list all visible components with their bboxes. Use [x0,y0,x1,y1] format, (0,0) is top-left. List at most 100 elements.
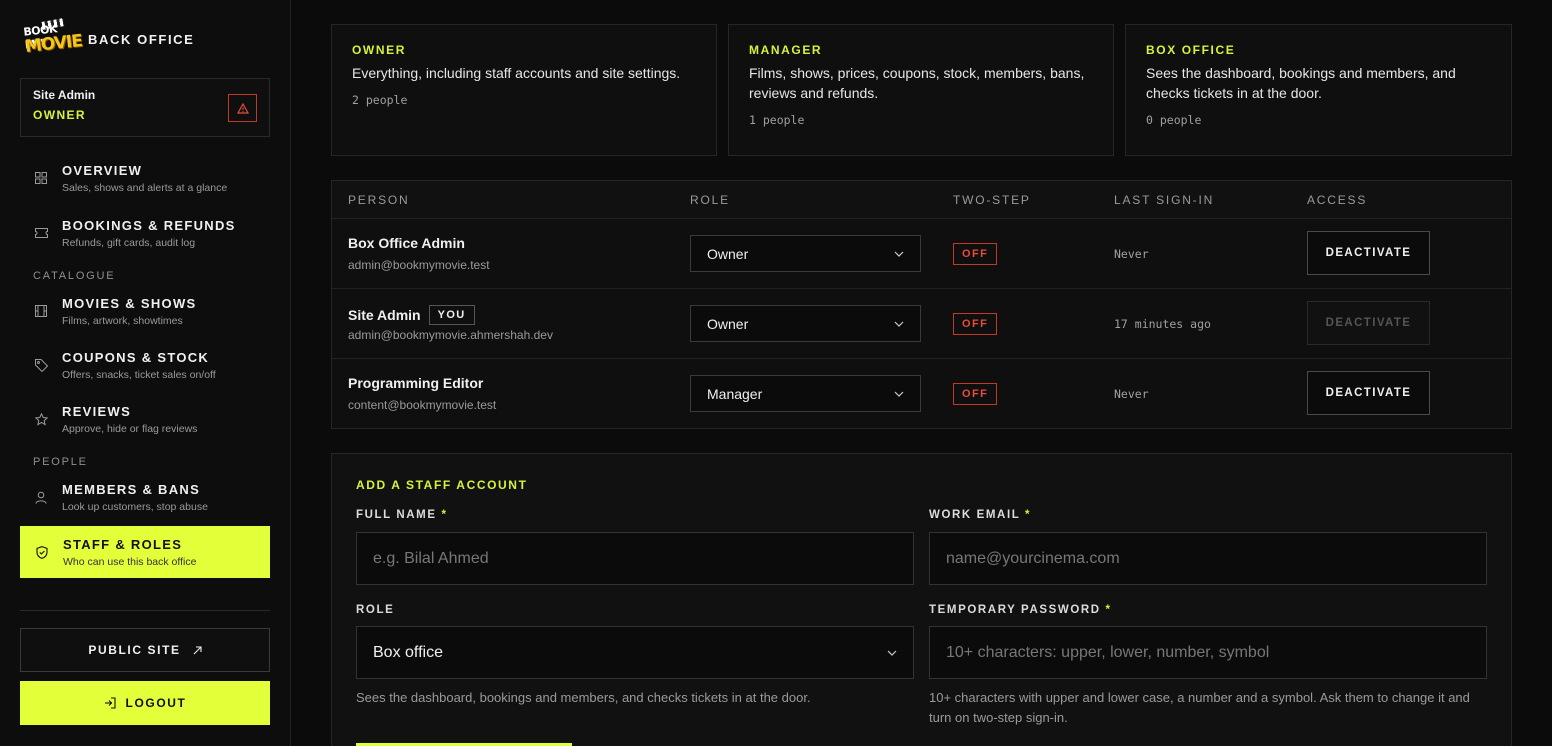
star-icon [32,410,50,428]
alert-button[interactable] [228,94,257,122]
sidebar-item-sub: Who can use this back office [63,556,197,568]
brand-title: BACK OFFICE [88,31,195,47]
sidebar-item-overview[interactable]: OVERVIEW Sales, shows and alerts at a gl… [20,153,270,207]
sidebar-item-movies[interactable]: MOVIES & SHOWS Films, artwork, showtimes [20,286,270,340]
person-name: Box Office Admin [348,235,465,251]
shield-icon [33,543,51,561]
role-select[interactable]: Owner [690,305,921,342]
sidebar-item-coupons[interactable]: COUPONS & STOCK Offers, snacks, ticket s… [20,340,270,394]
required-mark: * [1024,509,1032,521]
temp-password-input[interactable]: 10+ characters: upper, lower, number, sy… [929,626,1487,679]
role-select-value: Box office [373,643,443,661]
sidebar-item-bookings[interactable]: BOOKINGS & REFUNDS Refunds, gift cards, … [20,208,270,262]
brand: BOOK MY MOVIE BACK OFFICE [20,0,270,78]
user-name: Site Admin [33,88,96,102]
table-row: Site Admin YOU admin@bookmymovie.ahmersh… [332,289,1511,359]
public-site-button[interactable]: PUBLIC SITE [20,628,270,672]
work-email-label-text: WORK EMAIL [929,509,1021,521]
sidebar-item-staff[interactable]: STAFF & ROLES Who can use this back offi… [20,526,270,578]
person-name: Site Admin YOU [348,305,475,325]
role-select[interactable]: Manager [690,375,921,412]
sidebar-item-sub: Refunds, gift cards, audit log [62,237,196,249]
role-label: ROLE [356,604,395,616]
work-email-label: WORK EMAIL * [929,509,1031,521]
film-icon [32,302,50,320]
form-title: ADD A STAFF ACCOUNT [356,478,528,492]
section-label-catalogue: CATALOGUE [33,270,116,282]
two-step-status-badge: OFF [953,313,998,335]
section-label-people: PEOPLE [33,456,88,468]
app-root: BOOK MY MOVIE BACK OFFICE Site Admin OWN… [0,0,1552,746]
deactivate-button[interactable]: DEACTIVATE [1307,231,1430,275]
table-header: PERSON ROLE TWO-STEP LAST SIGN-IN ACCESS [332,181,1511,219]
two-step-status-badge: OFF [953,383,998,405]
main-content: OWNER Everything, including staff accoun… [291,0,1552,746]
role-select-value: Owner [707,245,749,262]
full-name-input[interactable]: e.g. Bilal Ahmed [356,532,914,585]
temp-password-label: TEMPORARY PASSWORD * [929,604,1112,616]
logout-button[interactable]: LOGOUT [20,681,270,725]
sidebar-item-label: OVERVIEW [62,163,143,178]
role-select-value: Manager [707,385,763,402]
user-icon [32,488,50,506]
sidebar-item-members[interactable]: MEMBERS & BANS Look up customers, stop a… [20,472,270,526]
person-name-text: Programming Editor [348,375,484,391]
role-card-manager: MANAGER Films, shows, prices, coupons, s… [728,24,1114,156]
public-site-label: PUBLIC SITE [88,643,181,657]
table-row: Programming Editor content@bookmymovie.t… [332,359,1511,429]
sidebar-item-label: STAFF & ROLES [63,537,183,552]
work-email-placeholder: name@yourcinema.com [946,549,1120,567]
password-help-text: 10+ characters with upper and lower case… [929,690,1470,725]
chevron-down-icon [894,251,904,257]
last-sign-in: Never [1114,247,1149,261]
full-name-label-text: FULL NAME [356,509,437,521]
sidebar-item-sub: Films, artwork, showtimes [62,315,183,327]
work-email-input[interactable]: name@yourcinema.com [929,532,1487,585]
role-select-value: Owner [707,315,749,332]
full-name-placeholder: e.g. Bilal Ahmed [373,549,489,567]
chevron-down-icon [894,391,904,397]
add-staff-form: ADD A STAFF ACCOUNT FULL NAME * e.g. Bil… [331,453,1512,746]
chevron-down-icon [894,321,904,327]
table-row: Box Office Admin admin@bookmymovie.test … [332,219,1511,289]
sidebar-item-sub: Offers, snacks, ticket sales on/off [62,369,216,381]
role-select[interactable]: Owner [690,235,921,272]
column-header-role: ROLE [690,193,730,207]
sidebar-item-sub: Approve, hide or flag reviews [62,423,198,435]
sidebar-item-label: MEMBERS & BANS [62,482,201,497]
role-select-input[interactable]: Box office [356,626,914,679]
sidebar-divider [20,610,270,611]
deactivate-button[interactable]: DEACTIVATE [1307,371,1430,415]
role-card-count: 2 people [352,93,408,107]
logout-label: LOGOUT [125,696,187,710]
required-mark: * [1105,604,1112,616]
column-header-access: ACCESS [1307,193,1368,207]
role-card-title: OWNER [352,43,406,57]
person-email: content@bookmymovie.test [348,398,497,412]
role-card-desc: Films, shows, prices, coupons, stock, me… [749,65,1085,101]
person-email: admin@bookmymovie.test [348,258,490,272]
sidebar-item-reviews[interactable]: REVIEWS Approve, hide or flag reviews [20,394,270,448]
column-header-two-step: TWO-STEP [953,193,1031,207]
tag-icon [32,356,50,374]
required-mark: * [441,509,448,521]
staff-table: PERSON ROLE TWO-STEP LAST SIGN-IN ACCESS… [331,180,1512,429]
logout-icon [104,697,116,709]
person-name-text: Site Admin [348,307,421,323]
user-card: Site Admin OWNER [20,78,270,137]
person-name-text: Box Office Admin [348,235,465,251]
column-header-last-sign-in: LAST SIGN-IN [1114,193,1215,207]
sidebar-item-label: COUPONS & STOCK [62,350,210,365]
you-badge: YOU [428,305,475,325]
role-help-text: Sees the dashboard, bookings and members… [356,690,811,705]
brand-logo[interactable]: BOOK MY MOVIE [22,18,83,58]
role-card-box-office: BOX OFFICE Sees the dashboard, bookings … [1125,24,1512,156]
last-sign-in: Never [1114,387,1149,401]
two-step-status-badge: OFF [953,243,998,265]
sidebar-item-label: BOOKINGS & REFUNDS [62,218,236,233]
person-name: Programming Editor [348,375,483,391]
role-card-desc: Everything, including staff accounts and… [352,65,681,81]
sidebar-item-label: REVIEWS [62,404,132,419]
ticket-icon [32,224,50,242]
sidebar-item-sub: Look up customers, stop abuse [62,501,208,513]
